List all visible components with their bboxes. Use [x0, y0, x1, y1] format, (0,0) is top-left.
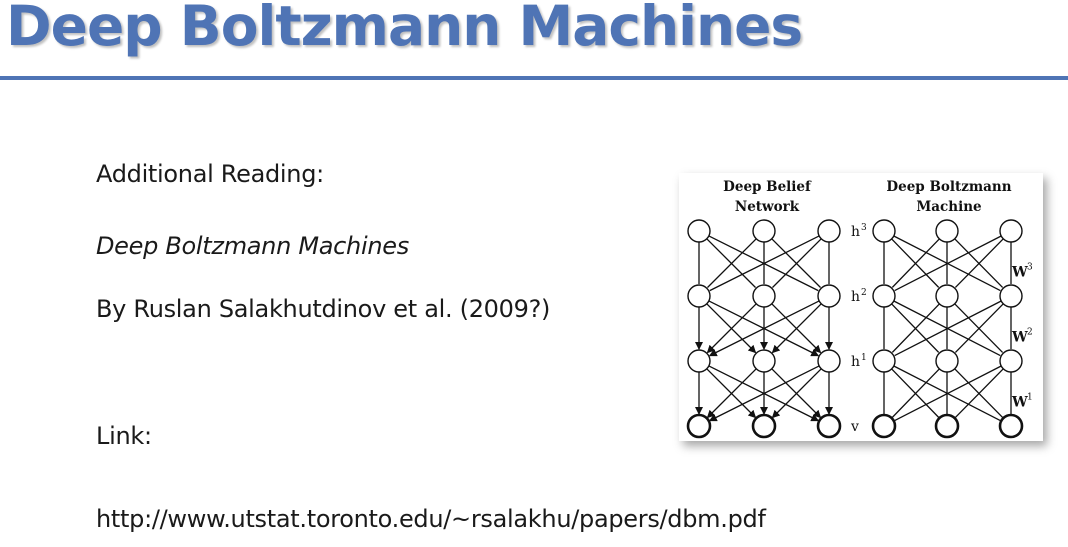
paper-byline: By Ruslan Salakhutdinov et al. (2009?)	[96, 295, 551, 323]
dbm-hidden-unit	[999, 219, 1023, 243]
dbm-visible-unit	[934, 413, 960, 439]
weight-label-sup: 1	[1027, 393, 1033, 403]
dbm-hidden-unit	[999, 284, 1023, 308]
network-diagram: Deep Belief Network Deep Boltzmann Machi…	[686, 179, 1033, 439]
paper-link[interactable]: http://www.utstat.toronto.edu/~rsalakhu/…	[96, 505, 766, 533]
dbn-edges	[695, 235, 833, 422]
dbm-title-line2: Machine	[916, 199, 981, 215]
dbn-hidden-unit	[752, 284, 776, 308]
weight-label-sup: 2	[1027, 328, 1033, 338]
dbm-hidden-unit	[935, 219, 959, 243]
dbn-visible-unit	[686, 413, 712, 439]
layer-label-sup: 3	[861, 223, 867, 233]
layer-label-sup: 2	[861, 288, 867, 298]
dbn-hidden-unit	[752, 349, 776, 373]
dbn-hidden-unit	[817, 219, 841, 243]
dbn-hidden-unit	[817, 349, 841, 373]
layer-label: h	[851, 354, 860, 370]
dbm-edges	[883, 235, 1012, 422]
slide-title: Deep Boltzmann Machines	[6, 0, 803, 58]
dbn-hidden-unit	[687, 219, 711, 243]
layer-label: h	[851, 289, 860, 305]
weight-label: W	[1011, 395, 1028, 411]
dbn-hidden-unit	[687, 349, 711, 373]
dbn-title-line1: Deep Belief	[723, 179, 812, 195]
layer-labels: h 3h 2h 1vW 3W 2W 1	[850, 223, 1033, 435]
dbm-visible-unit	[871, 413, 897, 439]
weight-label: W	[1011, 330, 1028, 346]
layer-label: v	[850, 419, 859, 435]
weight-label-sup: 3	[1027, 263, 1033, 273]
title-underline	[0, 76, 1068, 80]
dbn-hidden-unit	[752, 219, 776, 243]
dbm-title-line1: Deep Boltzmann	[886, 179, 1011, 195]
dbn-title-line2: Network	[735, 199, 800, 215]
dbm-hidden-unit	[872, 219, 896, 243]
dbn-vs-dbm-figure: Deep Belief Network Deep Boltzmann Machi…	[679, 173, 1043, 441]
additional-reading-label: Additional Reading:	[96, 160, 324, 188]
network-nodes	[686, 219, 1024, 439]
dbn-visible-unit	[816, 413, 842, 439]
dbm-hidden-unit	[935, 349, 959, 373]
dbn-visible-unit	[751, 413, 777, 439]
weight-label: W	[1011, 265, 1028, 281]
dbm-hidden-unit	[872, 349, 896, 373]
dbm-hidden-unit	[935, 284, 959, 308]
paper-title: Deep Boltzmann Machines	[96, 232, 409, 260]
dbn-hidden-unit	[687, 284, 711, 308]
layer-label: h	[851, 224, 860, 240]
layer-label-sup: 1	[861, 353, 867, 363]
link-label: Link:	[96, 422, 152, 450]
dbm-hidden-unit	[872, 284, 896, 308]
dbm-visible-unit	[998, 413, 1024, 439]
dbn-hidden-unit	[817, 284, 841, 308]
dbm-hidden-unit	[999, 349, 1023, 373]
